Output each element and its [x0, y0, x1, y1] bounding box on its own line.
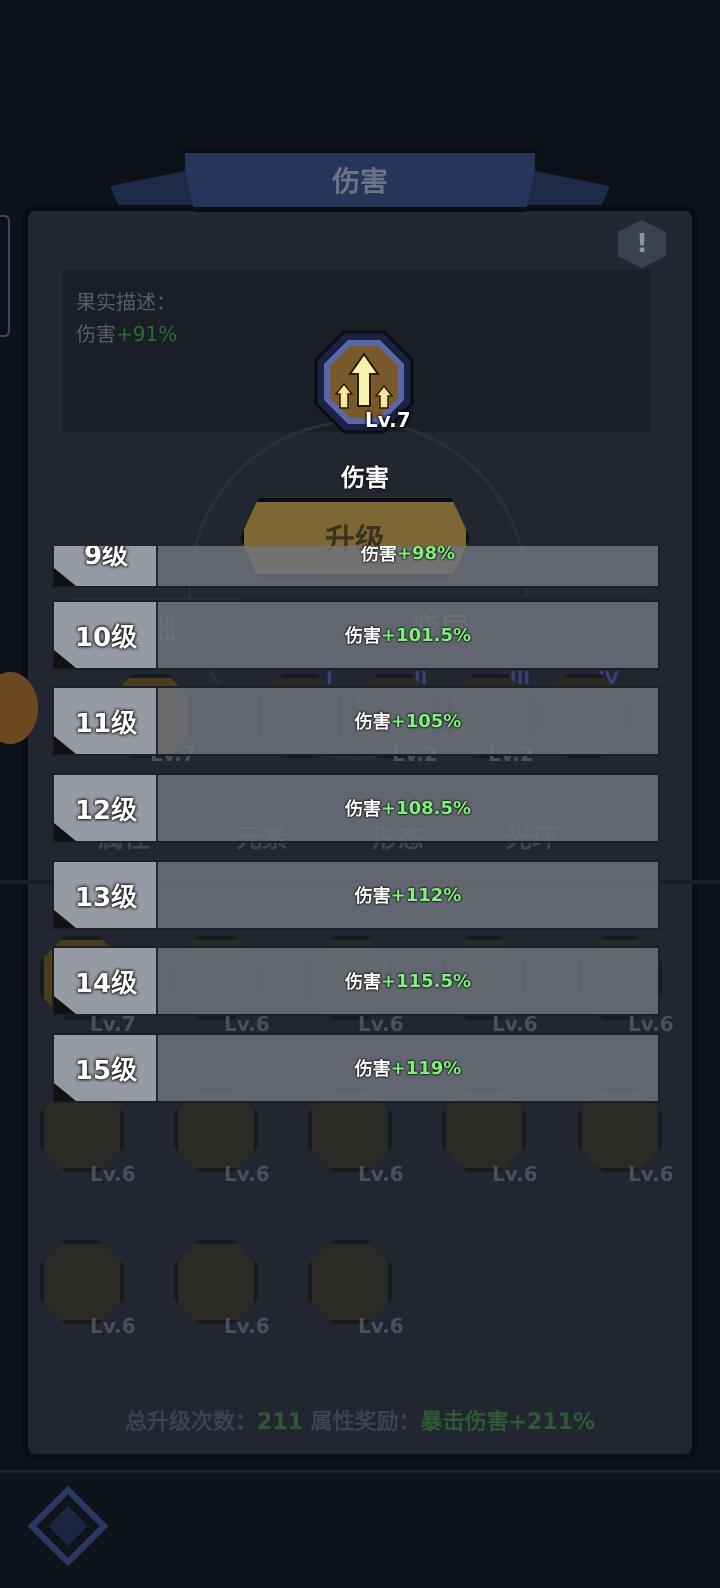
level-label: 10级	[74, 622, 138, 653]
level-label: 12级	[74, 795, 138, 826]
description-stat: 伤害	[76, 322, 116, 346]
level-value: +115.5%	[380, 970, 472, 992]
hero-level: Lv.7	[365, 408, 411, 432]
total-upgrades-value: 211	[256, 1410, 303, 1435]
level-stat: 伤害	[344, 799, 381, 820]
level-value: +119%	[390, 1057, 462, 1079]
level-value: +108.5%	[380, 797, 472, 819]
level-row: 14级 伤害 +115.5%	[52, 946, 660, 1016]
skill-slot-level: Lv.6	[358, 1314, 404, 1338]
level-stat: 伤害	[344, 972, 381, 993]
level-value: +105%	[390, 710, 462, 732]
level-stat: 伤害	[354, 1059, 391, 1080]
upgrade-stats-footer: 总升级次数：211 属性奖励：暴击伤害+211%	[0, 1404, 720, 1436]
level-row: 9级 伤害 +98%	[52, 546, 660, 588]
panel-title: 伤害	[331, 165, 388, 198]
level-stat: 伤害	[354, 712, 391, 733]
level-row: 15级 伤害 +119%	[52, 1033, 660, 1103]
level-effect: 伤害 +101.5%	[158, 602, 658, 668]
level-row: 12级 伤害 +108.5%	[52, 773, 660, 843]
skill-slot-level: Lv.6	[90, 1162, 136, 1186]
level-value: +101.5%	[380, 624, 472, 646]
level-effect: 伤害 +119%	[158, 1035, 658, 1101]
level-effect: 伤害 +115.5%	[158, 948, 658, 1014]
reward-label: 属性奖励：	[310, 1410, 421, 1435]
skill-slot-level: Lv.6	[628, 1162, 674, 1186]
description-label: 果实描述：	[76, 290, 176, 314]
level-stat: 伤害	[354, 886, 391, 907]
level-row: 10级 伤害 +101.5%	[52, 600, 660, 670]
description-line: 伤害+91%	[76, 318, 177, 347]
reward-value: 暴击伤害+211%	[420, 1410, 596, 1435]
level-stat: 伤害	[344, 626, 381, 647]
level-row: 11级 伤害 +105%	[52, 686, 660, 756]
level-value: +112%	[390, 884, 462, 906]
level-label: 14级	[74, 968, 138, 999]
level-label: 9级	[83, 546, 129, 571]
skill-slot-level: Lv.6	[358, 1162, 404, 1186]
hero-name: 伤害	[341, 464, 389, 492]
back-emblem-icon[interactable]	[26, 1484, 110, 1568]
skill-slot-level: Lv.6	[90, 1314, 136, 1338]
level-label: 15级	[74, 1055, 138, 1086]
skill-slot-level: Lv.6	[224, 1314, 270, 1338]
level-list[interactable]: 9级 伤害 +98% 10级 伤害 +101.5% 11级 伤害 +105% 12级 …	[52, 546, 660, 1106]
level-effect: 伤害 +112%	[158, 862, 658, 928]
level-effect: 伤害 +105%	[158, 688, 658, 754]
level-stat: 伤害	[360, 546, 397, 565]
level-label: 11级	[74, 708, 138, 739]
level-effect: 伤害 +98%	[158, 546, 658, 586]
skill-slot-level: Lv.6	[492, 1162, 538, 1186]
total-upgrades-label: 总升级次数：	[124, 1410, 257, 1435]
level-row: 13级 伤害 +112%	[52, 860, 660, 930]
level-label: 13级	[74, 882, 138, 913]
level-value: +98%	[396, 546, 456, 564]
skill-slot-level: Lv.6	[224, 1162, 270, 1186]
level-effect: 伤害 +108.5%	[158, 775, 658, 841]
description-value: +91%	[116, 322, 178, 346]
side-drawer-tab[interactable]	[0, 215, 10, 337]
